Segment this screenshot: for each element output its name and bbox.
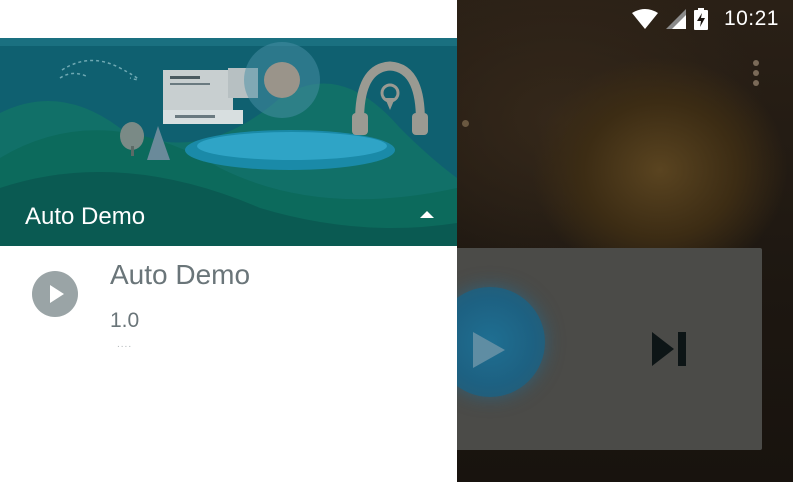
list-item-overflow-dots: .... bbox=[117, 339, 133, 350]
play-icon bbox=[473, 332, 505, 368]
skip-next-icon[interactable] bbox=[652, 332, 688, 366]
status-clock: 10:21 bbox=[723, 7, 779, 30]
wifi-icon bbox=[631, 9, 658, 29]
account-name: Auto Demo bbox=[25, 203, 146, 230]
list-item-title: Auto Demo bbox=[110, 259, 251, 290]
battery-charging-icon bbox=[693, 8, 708, 30]
signal-icon bbox=[665, 9, 686, 29]
list-item-version: 1.0 bbox=[110, 309, 140, 332]
more-vert-icon[interactable] bbox=[748, 60, 764, 92]
arrow-drop-up-icon[interactable] bbox=[420, 211, 434, 218]
navigation-drawer: Auto Demo Auto Demo 1.0 .... bbox=[0, 0, 457, 482]
background-title-fragment bbox=[462, 120, 469, 127]
play-icon-small bbox=[50, 285, 64, 303]
